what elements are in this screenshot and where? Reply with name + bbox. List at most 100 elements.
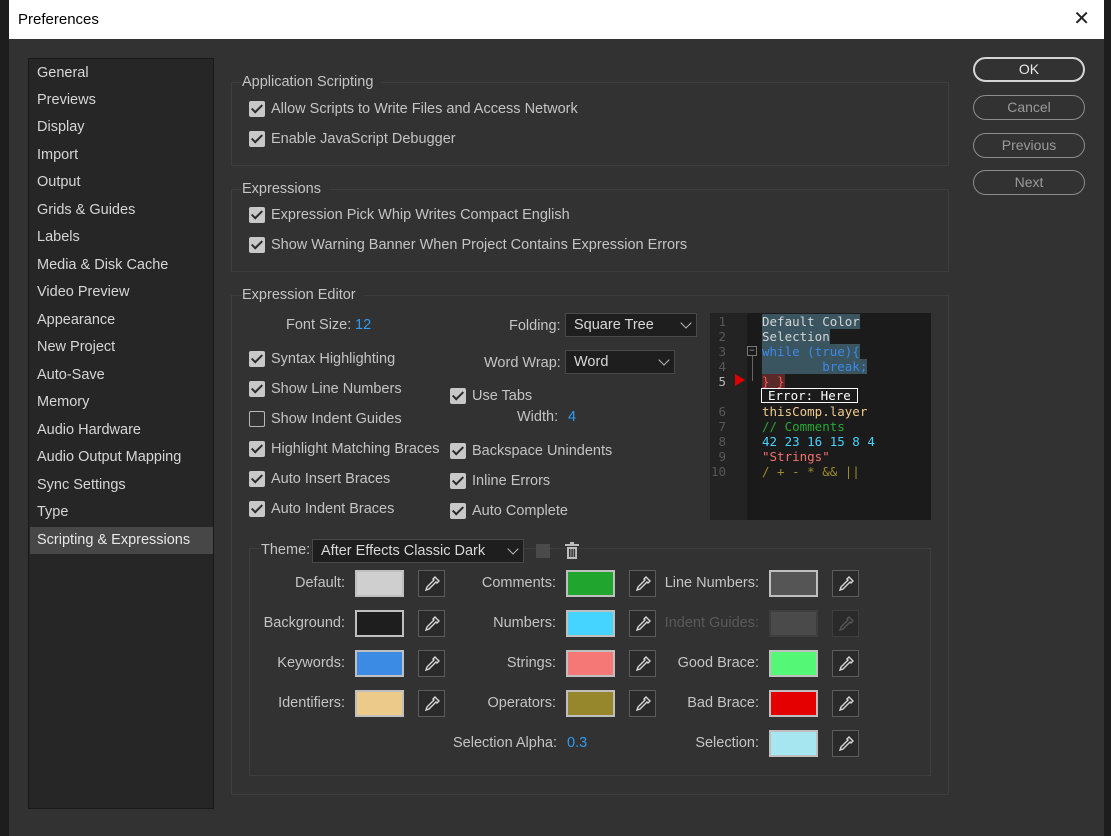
sidebar-item-display[interactable]: Display (30, 114, 213, 141)
sidebar-item-grids-guides[interactable]: Grids & Guides (30, 197, 213, 224)
ok-button[interactable]: OK (973, 57, 1085, 82)
line-numbers-color-label: Line Numbers: (664, 575, 759, 591)
checkbox-checked-icon (450, 503, 466, 519)
use-tabs-checkbox[interactable]: Use Tabs (450, 388, 532, 404)
background-color-swatch[interactable] (355, 610, 404, 637)
good-brace-color-swatch[interactable] (769, 650, 818, 677)
theme-value: After Effects Classic Dark (321, 543, 486, 559)
close-icon[interactable]: ✕ (1073, 9, 1090, 29)
theme-label: Theme: (261, 542, 317, 558)
sidebar-item-scripting-expressions[interactable]: Scripting & Expressions (30, 527, 213, 554)
default-color-label: Default: (295, 575, 345, 591)
checkbox-checked-icon (249, 237, 265, 253)
sidebar-item-audio-hardware[interactable]: Audio Hardware (30, 417, 213, 444)
syntax-highlighting-checkbox[interactable]: Syntax Highlighting (249, 351, 395, 367)
pick-whip-checkbox[interactable]: Expression Pick Whip Writes Compact Engl… (249, 207, 570, 223)
eyedropper-icon[interactable] (832, 650, 859, 677)
font-size-value[interactable]: 12 (355, 317, 371, 333)
selection-color-label: Selection: (695, 735, 759, 751)
chevron-down-icon (680, 317, 692, 329)
save-theme-icon[interactable] (536, 544, 550, 558)
js-debugger-checkbox[interactable]: Enable JavaScript Debugger (249, 131, 456, 147)
sidebar-item-video-preview[interactable]: Video Preview (30, 279, 213, 306)
sidebar-item-previews[interactable]: Previews (30, 87, 213, 114)
allow-scripts-checkbox[interactable]: Allow Scripts to Write Files and Access … (249, 101, 578, 117)
fold-toggle-icon[interactable]: − (747, 346, 757, 356)
preview-selection: Selection (762, 329, 830, 344)
comments-color-label: Comments: (481, 575, 556, 591)
eyedropper-icon[interactable] (418, 650, 445, 677)
tab-width-value[interactable]: 4 (568, 409, 576, 425)
checkbox-checked-icon (249, 351, 265, 367)
sidebar-item-memory[interactable]: Memory (30, 389, 213, 416)
backspace-unindents-checkbox[interactable]: Backspace Unindents (450, 443, 612, 459)
identifiers-color-swatch[interactable] (355, 690, 404, 717)
cancel-button[interactable]: Cancel (973, 95, 1085, 120)
bad-brace-color-swatch[interactable] (769, 690, 818, 717)
title-bar: Preferences ✕ (9, 0, 1104, 39)
show-indent-guides-checkbox[interactable]: Show Indent Guides (249, 411, 402, 427)
previous-button[interactable]: Previous (973, 133, 1085, 158)
checkbox-checked-icon (249, 207, 265, 223)
strings-color-swatch[interactable] (566, 650, 615, 677)
use-tabs-label: Use Tabs (472, 388, 533, 404)
pick-whip-label: Expression Pick Whip Writes Compact Engl… (271, 207, 570, 223)
show-line-numbers-checkbox[interactable]: Show Line Numbers (249, 381, 402, 397)
sidebar-item-labels[interactable]: Labels (30, 224, 213, 251)
selection-color-swatch[interactable] (769, 730, 818, 757)
word-wrap-value: Word (574, 354, 609, 370)
next-button[interactable]: Next (973, 170, 1085, 195)
sidebar-item-output[interactable]: Output (30, 169, 213, 196)
sidebar-item-audio-output-mapping[interactable]: Audio Output Mapping (30, 444, 213, 471)
line-numbers-color-swatch[interactable] (769, 570, 818, 597)
eyedropper-icon[interactable] (418, 610, 445, 637)
preview-operator-line: / + - * && || (762, 464, 860, 479)
trash-icon[interactable] (565, 542, 579, 562)
preview-keyword-line: while (true){ (762, 344, 860, 359)
operators-color-swatch[interactable] (566, 690, 615, 717)
eyedropper-icon[interactable] (832, 690, 859, 717)
eyedropper-icon[interactable] (418, 690, 445, 717)
word-wrap-dropdown[interactable]: Word (565, 350, 675, 374)
keywords-color-swatch[interactable] (355, 650, 404, 677)
show-indent-guides-label: Show Indent Guides (271, 411, 402, 427)
eyedropper-icon[interactable] (832, 730, 859, 757)
preview-break-line: break; (762, 359, 868, 374)
sidebar-item-import[interactable]: Import (30, 142, 213, 169)
auto-complete-checkbox[interactable]: Auto Complete (450, 503, 568, 519)
sidebar-item-appearance[interactable]: Appearance (30, 307, 213, 334)
sidebar-item-general[interactable]: General (30, 60, 213, 87)
highlight-matching-braces-label: Highlight Matching Braces (271, 441, 440, 457)
sidebar-item-media-disk-cache[interactable]: Media & Disk Cache (30, 252, 213, 279)
preview-line-number: 3 (718, 344, 726, 359)
auto-insert-braces-checkbox[interactable]: Auto Insert Braces (249, 471, 390, 487)
checkbox-checked-icon (450, 388, 466, 404)
sidebar-item-new-project[interactable]: New Project (30, 334, 213, 361)
numbers-color-swatch[interactable] (566, 610, 615, 637)
selection-alpha-value[interactable]: 0.3 (567, 735, 587, 751)
comments-color-swatch[interactable] (566, 570, 615, 597)
auto-indent-braces-checkbox[interactable]: Auto Indent Braces (249, 501, 394, 517)
preview-identifier-line: thisComp.layer (762, 404, 868, 419)
highlight-matching-braces-checkbox[interactable]: Highlight Matching Braces (249, 441, 439, 457)
checkbox-checked-icon (249, 101, 265, 117)
warning-banner-label: Show Warning Banner When Project Contain… (271, 237, 688, 253)
folding-dropdown[interactable]: Square Tree (565, 313, 697, 337)
preferences-category-list: General Previews Display Import Output G… (28, 58, 214, 809)
sidebar-item-auto-save[interactable]: Auto-Save (30, 362, 213, 389)
warning-banner-checkbox[interactable]: Show Warning Banner When Project Contain… (249, 237, 687, 253)
expressions-group (231, 189, 949, 272)
theme-dropdown[interactable]: After Effects Classic Dark (312, 539, 524, 563)
sidebar-item-sync-settings[interactable]: Sync Settings (30, 472, 213, 499)
preview-line-number: 10 (710, 464, 726, 479)
sidebar-item-type[interactable]: Type (30, 499, 213, 526)
preview-number-line: 42 23 16 15 8 4 (762, 434, 875, 449)
checkbox-checked-icon (450, 473, 466, 489)
eyedropper-icon[interactable] (832, 570, 859, 597)
checkbox-unchecked-icon (249, 411, 265, 427)
default-color-swatch[interactable] (355, 570, 404, 597)
eyedropper-icon[interactable] (418, 570, 445, 597)
word-wrap-label: Word Wrap: (484, 355, 561, 371)
fold-line (752, 356, 753, 381)
inline-errors-checkbox[interactable]: Inline Errors (450, 473, 550, 489)
